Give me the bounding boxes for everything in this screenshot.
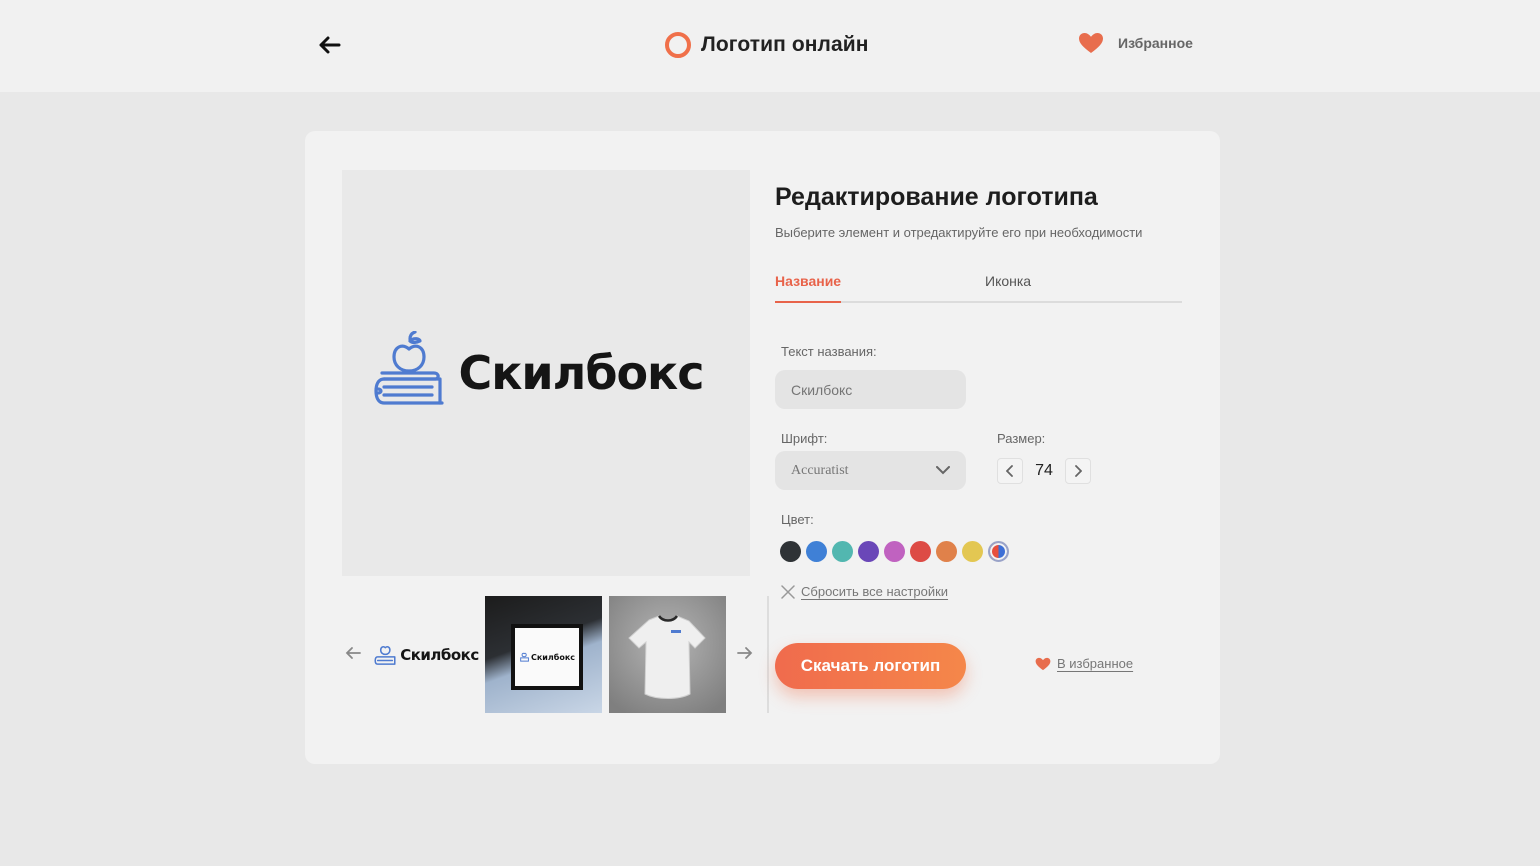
add-to-favorites-link[interactable]: В избранное (1035, 656, 1133, 671)
signboard-mockup: Скилбокс (511, 624, 583, 690)
reset-settings-label: Сбросить все настройки (801, 584, 949, 599)
editor-tabs: Название Иконка (775, 269, 1182, 303)
color-swatch-dark[interactable] (780, 541, 801, 562)
brand-title: Логотип онлайн (701, 33, 869, 56)
size-value: 74 (1035, 462, 1053, 479)
top-bar: Логотип онлайн Избранное (0, 0, 1540, 92)
tab-name[interactable]: Название (775, 273, 842, 303)
color-swatch-orange[interactable] (936, 541, 957, 562)
arrow-left-icon (319, 36, 341, 54)
thumbnail-carousel: Скилбокс Скилбокс (342, 596, 769, 713)
add-to-favorites-label: В избранное (1057, 656, 1134, 671)
size-stepper: 74 (997, 458, 1091, 484)
carousel-prev-button[interactable] (342, 642, 364, 664)
size-increase-button[interactable] (1065, 458, 1091, 484)
size-decrease-button[interactable] (997, 458, 1023, 484)
color-swatch-red[interactable] (910, 541, 931, 562)
preview-logo: Скилбокс (372, 331, 705, 415)
favorites-link[interactable]: Избранное (1078, 28, 1193, 58)
chevron-down-icon (936, 466, 950, 475)
close-icon (781, 584, 795, 599)
arrow-right-icon (737, 647, 753, 659)
preview-logo-text: Скилбокс (458, 346, 704, 400)
chevron-right-icon (1075, 465, 1082, 477)
color-swatch-purple[interactable] (858, 541, 879, 562)
heart-icon (1035, 657, 1051, 670)
thumb-signboard[interactable]: Скилбокс (485, 596, 602, 713)
name-text-label: Текст названия: (781, 344, 877, 359)
font-select[interactable]: Accuratist (775, 451, 966, 490)
carousel-next-preview-edge (767, 596, 769, 713)
signboard-text: Скилбокс (530, 652, 576, 662)
color-swatch-blue[interactable] (806, 541, 827, 562)
chevron-left-icon (1006, 465, 1013, 477)
editor-panel: Редактирование логотипа Выберите элемент… (775, 131, 1195, 764)
thumb-logo-text: Скилбокс (400, 645, 479, 664)
color-label: Цвет: (781, 512, 814, 527)
tab-icon[interactable]: Иконка (985, 273, 1031, 303)
size-label: Размер: (997, 431, 1046, 446)
name-text-input[interactable] (775, 370, 966, 409)
editor-subtitle: Выберите элемент и отредактируйте его пр… (775, 225, 1143, 240)
thumb-logo[interactable]: Скилбокс (368, 596, 485, 713)
favorites-label: Избранное (1118, 35, 1193, 51)
color-swatch-custom[interactable] (988, 541, 1009, 562)
font-select-value: Accuratist (791, 462, 849, 478)
color-swatch-yellow[interactable] (962, 541, 983, 562)
apple-books-icon (520, 652, 529, 662)
editor-title: Редактирование логотипа (775, 183, 1098, 211)
brand-ring-icon (665, 32, 691, 58)
editor-card: Скилбокс Скилбокс Скилбокс Редактировани… (305, 131, 1220, 764)
back-button[interactable] (314, 30, 344, 60)
color-swatch-teal[interactable] (832, 541, 853, 562)
font-label: Шрифт: (781, 431, 828, 446)
apple-books-icon (374, 645, 396, 665)
tshirt-mockup-icon (609, 596, 726, 713)
heart-icon (1079, 33, 1103, 53)
color-swatch-pink[interactable] (884, 541, 905, 562)
reset-settings-link[interactable]: Сбросить все настройки (781, 584, 948, 599)
arrow-left-icon (345, 647, 361, 659)
logo-preview: Скилбокс (342, 170, 750, 576)
download-logo-button[interactable]: Скачать логотип (775, 643, 966, 689)
color-swatches (780, 541, 1009, 562)
carousel-next-button[interactable] (734, 642, 756, 664)
brand[interactable]: Логотип онлайн (665, 30, 869, 60)
apple-books-icon (374, 331, 445, 405)
thumb-tshirt[interactable] (609, 596, 726, 713)
